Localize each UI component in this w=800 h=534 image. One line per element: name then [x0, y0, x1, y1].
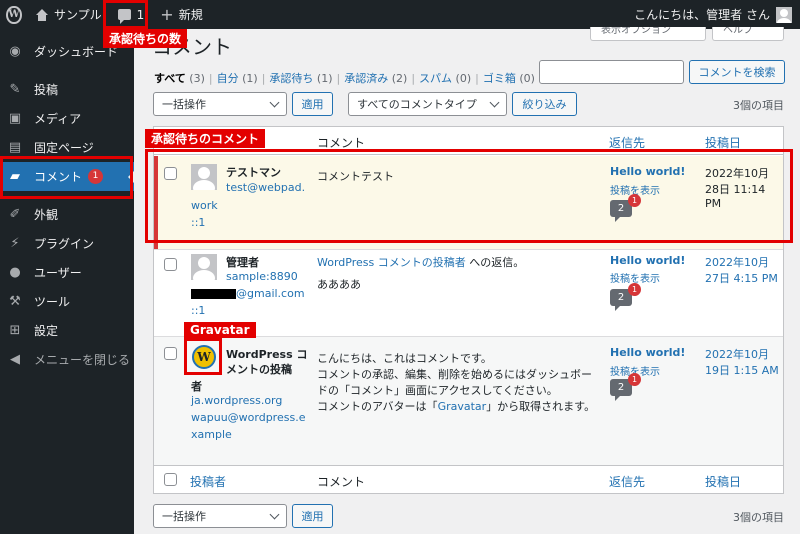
- filter-trash[interactable]: ゴミ箱: [483, 72, 516, 85]
- media-icon: ▣: [8, 111, 22, 126]
- sidebar-item-plugins[interactable]: ⚡ プラグイン: [0, 229, 134, 258]
- sidebar-item-appearance[interactable]: ✐ 外観: [0, 200, 134, 229]
- column-response-sortable-bottom[interactable]: 返信先: [609, 473, 645, 490]
- post-comment-count-icon[interactable]: 21: [610, 283, 641, 311]
- in-reply-to-link[interactable]: WordPress コメントの投稿者: [317, 256, 466, 269]
- comment-type-select[interactable]: すべてのコメントタイプ: [348, 92, 507, 116]
- comment-date-link[interactable]: 2022年10月: [705, 346, 769, 362]
- pin-icon: ✎: [9, 82, 21, 97]
- author-email[interactable]: sample:8890: [226, 270, 298, 283]
- annotation-label-pending-comment: 承認待ちのコメント: [145, 129, 266, 148]
- column-comment-bottom: コメント: [317, 475, 366, 489]
- home-icon: [36, 8, 48, 21]
- row-checkbox[interactable]: [164, 347, 177, 360]
- comment-date-link[interactable]: 2022年10月: [705, 254, 769, 270]
- site-name-link[interactable]: サンプル: [28, 0, 110, 29]
- comment-text-line: コメントの承認、編集、削除を始めるにはダッシュボー: [317, 368, 592, 381]
- annotation-label-gravatar: Gravatar: [184, 322, 256, 338]
- annotation-label-pending-count: 承認待ちの数: [103, 29, 188, 48]
- comment-status-filters: すべて (3) | 自分 (1) | 承認待ち (1) | 承認済み (2) | スパム (0)…: [154, 72, 535, 85]
- filter-all[interactable]: すべて: [154, 72, 186, 85]
- pending-count-badge: 1: [628, 373, 641, 386]
- response-post-link[interactable]: Hello world!: [610, 346, 685, 359]
- sidebar-item-tools[interactable]: ⚒ ツール: [0, 287, 134, 316]
- comment-author: 管理者: [226, 256, 259, 269]
- author-email-cont[interactable]: xample: [191, 428, 232, 441]
- pending-count-badge: 1: [628, 283, 641, 296]
- brush-icon: ✐: [9, 207, 21, 222]
- comment-author: WordPress コ: [226, 348, 308, 361]
- sidebar-item-media[interactable]: ▣ メディア: [0, 104, 134, 133]
- author-email[interactable]: wapuu@wordpress.e: [191, 411, 305, 424]
- annotation-box-gravatar: [184, 338, 222, 375]
- page-icon: ▤: [8, 140, 22, 155]
- chevron-down-icon: [269, 509, 280, 520]
- filter-mine[interactable]: 自分: [217, 72, 239, 85]
- item-count-top: 3個の項目: [733, 99, 784, 112]
- annotation-box-pending-comment: [145, 149, 793, 243]
- post-comment-count-icon[interactable]: 21: [610, 373, 641, 401]
- in-reply-to: WordPress コメントの投稿者 への返信。: [317, 256, 525, 269]
- bulk-action-select-top[interactable]: 一括操作: [153, 92, 287, 116]
- filter-spam[interactable]: スパム: [419, 72, 452, 85]
- help-tab[interactable]: ヘルプ: [712, 27, 784, 41]
- sidebar-item-settings[interactable]: ⊞ 設定: [0, 316, 134, 345]
- column-author-sortable-bottom[interactable]: 投稿者: [190, 473, 226, 490]
- comment-text-line: こんにちは、これはコメントです。: [317, 352, 492, 365]
- admin-sidebar: ◉ ダッシュボード ✎ 投稿 ▣ メディア ▤ 固定ページ ▰ コメント 1 ✐ 外観 ⚡ プラ…: [0, 29, 134, 534]
- screen-options-tab[interactable]: 表示オプション: [590, 27, 706, 41]
- apply-button-top[interactable]: 適用: [292, 92, 333, 116]
- annotation-box-adminbar-count: [103, 0, 148, 29]
- comment-text: ああああ: [317, 278, 361, 291]
- select-all-checkbox-bottom[interactable]: [164, 473, 177, 486]
- gravatar-link[interactable]: Gravatar: [438, 400, 487, 413]
- user-icon: ●: [9, 265, 21, 280]
- table-row: W WordPress コ メントの投稿 者 ja.wordpress.org …: [154, 336, 783, 465]
- comment-author-cont: 者: [191, 380, 202, 393]
- table-footer: 投稿者 コメント 返信先 投稿日: [154, 465, 783, 493]
- filter-pending[interactable]: 承認待ち: [269, 72, 313, 85]
- wrench-icon: ⚒: [9, 294, 21, 309]
- author-ip[interactable]: ::1: [191, 304, 205, 317]
- search-comments-button[interactable]: コメントを検索: [689, 60, 785, 84]
- item-count-bottom: 3個の項目: [733, 511, 784, 524]
- comment-date-link[interactable]: 19日 1:15 AM: [705, 362, 779, 378]
- collapse-icon: ◀: [10, 352, 20, 367]
- dashboard-icon: ◉: [9, 44, 21, 59]
- filter-approved[interactable]: 承認済み: [344, 72, 388, 85]
- sidebar-collapse-menu[interactable]: ◀ メニューを閉じる: [0, 345, 134, 374]
- row-checkbox[interactable]: [164, 258, 177, 271]
- wordpress-logo-icon: W: [6, 5, 22, 24]
- comment-search-input[interactable]: [539, 60, 684, 84]
- chevron-down-icon: [269, 97, 280, 108]
- settings-icon: ⊞: [9, 323, 21, 338]
- comment-author-cont: メントの投稿: [226, 363, 292, 376]
- plugin-icon: ⚡: [10, 236, 20, 251]
- comment-text-line: ドの「コメント」画面にアクセスしてください。: [317, 384, 558, 397]
- response-post-link[interactable]: Hello world!: [610, 254, 685, 267]
- chevron-down-icon: [489, 97, 500, 108]
- new-content-button[interactable]: + 新規: [152, 0, 210, 29]
- plus-icon: +: [160, 4, 174, 24]
- author-email-cont[interactable]: @gmail.com: [191, 287, 305, 300]
- my-account-menu[interactable]: こんにちは、管理者 さん: [626, 0, 800, 29]
- avatar: [191, 254, 217, 280]
- main-content: 表示オプション ヘルプ コメント すべて (3) | 自分 (1) | 承認待ち (1)…: [134, 27, 800, 534]
- apply-button-bottom[interactable]: 適用: [292, 504, 333, 528]
- author-url[interactable]: ja.wordpress.org: [191, 394, 282, 407]
- wordpress-logo-button[interactable]: W: [0, 0, 28, 29]
- annotation-box-sidebar-comments: [0, 156, 133, 199]
- redacted-block: [191, 289, 236, 299]
- comment-date-link[interactable]: 27日 4:15 PM: [705, 270, 778, 286]
- user-avatar-icon: [776, 6, 792, 23]
- sidebar-item-posts[interactable]: ✎ 投稿: [0, 75, 134, 104]
- filter-button[interactable]: 絞り込み: [512, 92, 577, 116]
- sidebar-item-users[interactable]: ● ユーザー: [0, 258, 134, 287]
- comment-text-line: コメントのアバターは「Gravatar」から取得されます。: [317, 400, 596, 413]
- column-date-sortable-bottom[interactable]: 投稿日: [705, 473, 741, 490]
- bulk-action-select-bottom[interactable]: 一括操作: [153, 504, 287, 528]
